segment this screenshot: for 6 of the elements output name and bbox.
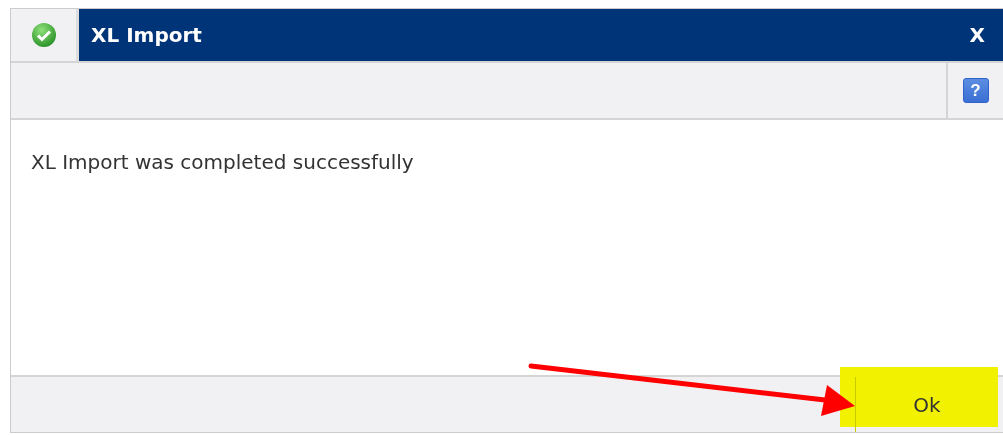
ok-button[interactable]: Ok [855,377,998,432]
close-button[interactable]: X [969,23,985,47]
message-text: XL Import was completed successfully [31,150,414,174]
help-button[interactable]: ? [962,78,989,103]
window-title: XL Import [91,23,202,47]
success-check-icon [30,22,57,48]
